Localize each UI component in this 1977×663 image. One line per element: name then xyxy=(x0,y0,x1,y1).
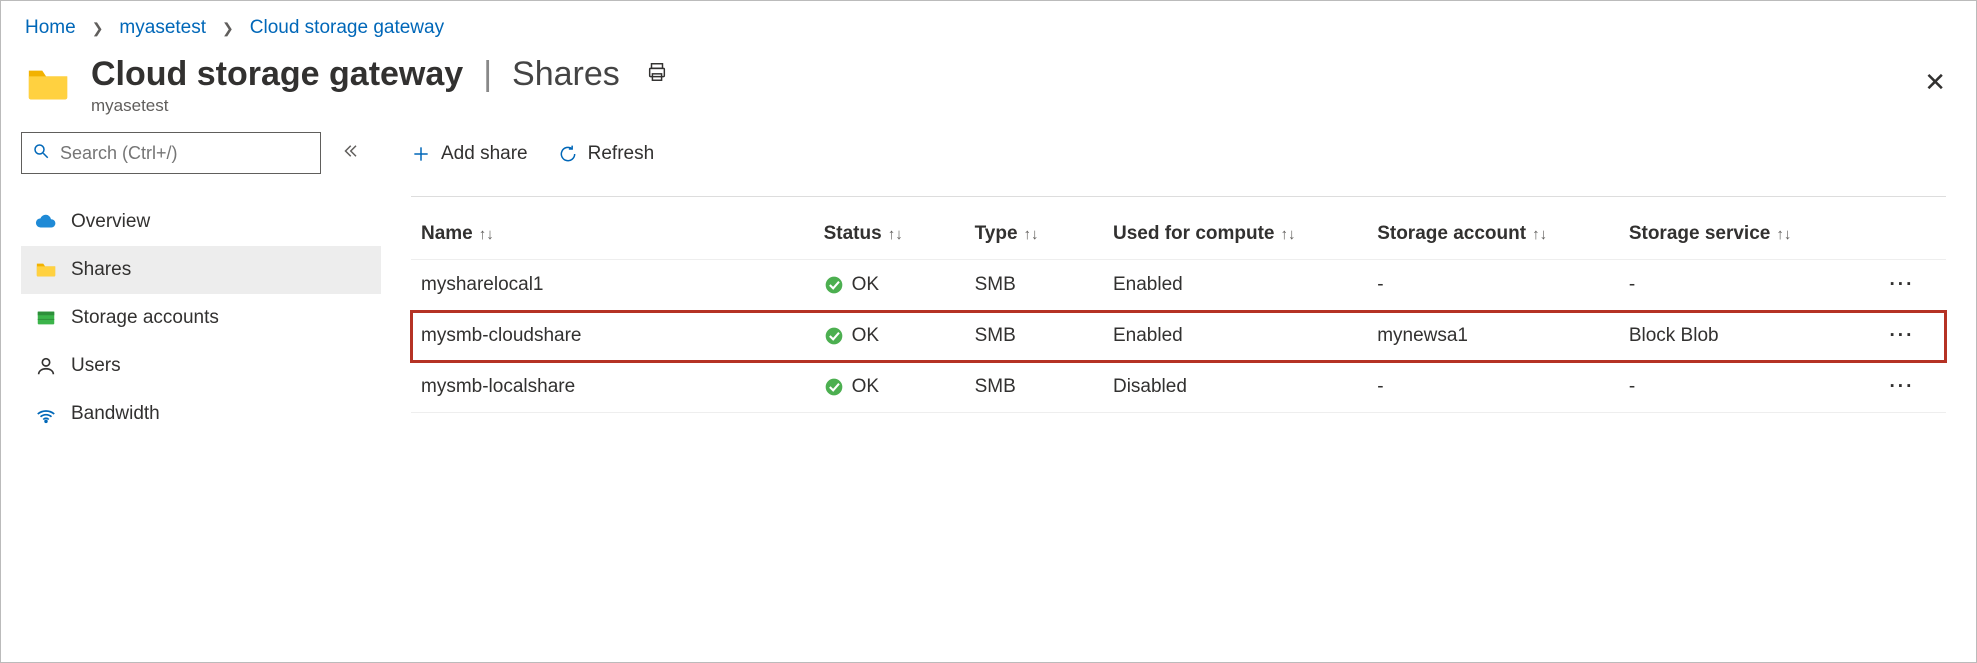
sort-icon: ↑↓ xyxy=(1281,226,1296,243)
print-icon[interactable] xyxy=(646,61,668,89)
close-icon[interactable]: ✕ xyxy=(1924,67,1946,98)
title-divider: | xyxy=(483,55,492,94)
cell-name: mysmb-localshare xyxy=(411,362,814,413)
cell-name: mysharelocal1 xyxy=(411,260,814,311)
cell-status: OK xyxy=(824,325,955,347)
table-row[interactable]: mysmb-cloudshare OK SMB Enabled mynewsa1… xyxy=(411,311,1946,362)
refresh-button[interactable]: Refresh xyxy=(558,143,655,165)
cell-account: mynewsa1 xyxy=(1367,311,1619,362)
status-ok-icon xyxy=(824,326,844,346)
sidebar-item-label: Users xyxy=(71,355,121,377)
row-more-button[interactable]: ··· xyxy=(1858,260,1946,311)
sidebar-item-label: Overview xyxy=(71,211,150,233)
sort-icon: ↑↓ xyxy=(888,226,903,243)
cell-status: OK xyxy=(824,376,955,398)
main-content: Add share Refresh Name↑↓ Status↑↓ xyxy=(381,132,1976,613)
breadcrumb-resource[interactable]: myasetest xyxy=(119,17,206,39)
collapse-sidebar-icon[interactable] xyxy=(341,142,359,165)
page-subtitle-section: Shares xyxy=(512,55,620,94)
add-share-button[interactable]: Add share xyxy=(411,143,528,165)
cell-account: - xyxy=(1367,362,1619,413)
table-row[interactable]: mysmb-localshare OK SMB Disabled - - ··· xyxy=(411,362,1946,413)
breadcrumb-home[interactable]: Home xyxy=(25,17,76,39)
cell-type: SMB xyxy=(965,362,1103,413)
breadcrumb-section[interactable]: Cloud storage gateway xyxy=(250,17,444,39)
cell-compute: Enabled xyxy=(1103,311,1367,362)
sidebar-item-storage-accounts[interactable]: Storage accounts xyxy=(21,294,381,342)
sort-icon: ↑↓ xyxy=(479,226,494,243)
column-header-account[interactable]: Storage account↑↓ xyxy=(1367,209,1619,260)
resource-folder-icon xyxy=(25,61,71,107)
cell-status: OK xyxy=(824,274,955,296)
cell-account: - xyxy=(1367,260,1619,311)
sidebar-item-users[interactable]: Users xyxy=(21,342,381,390)
page-title: Cloud storage gateway xyxy=(91,55,463,94)
page-header: Cloud storage gateway | Shares myasetest… xyxy=(1,47,1976,132)
toolbar-divider xyxy=(411,196,1946,197)
search-box[interactable] xyxy=(21,132,321,174)
row-more-button[interactable]: ··· xyxy=(1858,311,1946,362)
breadcrumb: Home ❯ myasetest ❯ Cloud storage gateway xyxy=(1,1,1976,47)
column-header-status[interactable]: Status↑↓ xyxy=(814,209,965,260)
sort-icon: ↑↓ xyxy=(1532,226,1547,243)
cell-type: SMB xyxy=(965,260,1103,311)
cell-name: mysmb-cloudshare xyxy=(411,311,814,362)
bandwidth-icon xyxy=(35,403,57,425)
user-icon xyxy=(35,355,57,377)
search-icon xyxy=(32,142,50,165)
search-input[interactable] xyxy=(58,142,310,165)
folder-icon xyxy=(35,259,57,281)
status-ok-icon xyxy=(824,377,844,397)
sidebar-item-overview[interactable]: Overview xyxy=(21,198,381,246)
toolbar: Add share Refresh xyxy=(411,132,1946,176)
column-header-compute[interactable]: Used for compute↑↓ xyxy=(1103,209,1367,260)
column-header-service[interactable]: Storage service↑↓ xyxy=(1619,209,1858,260)
cell-type: SMB xyxy=(965,311,1103,362)
row-more-button[interactable]: ··· xyxy=(1858,362,1946,413)
add-share-label: Add share xyxy=(441,143,528,165)
cell-compute: Disabled xyxy=(1103,362,1367,413)
sidebar-item-label: Bandwidth xyxy=(71,403,160,425)
sidebar-item-label: Shares xyxy=(71,259,131,281)
chevron-right-icon: ❯ xyxy=(222,20,234,37)
table-row[interactable]: mysharelocal1 OK SMB Enabled - - ··· xyxy=(411,260,1946,311)
sidebar-item-bandwidth[interactable]: Bandwidth xyxy=(21,390,381,438)
cell-compute: Enabled xyxy=(1103,260,1367,311)
cell-service: Block Blob xyxy=(1619,311,1858,362)
cell-service: - xyxy=(1619,362,1858,413)
sidebar-item-shares[interactable]: Shares xyxy=(21,246,381,294)
shares-table: Name↑↓ Status↑↓ Type↑↓ Used for compute↑… xyxy=(411,209,1946,413)
sort-icon: ↑↓ xyxy=(1024,226,1039,243)
sort-icon: ↑↓ xyxy=(1776,226,1791,243)
cell-service: - xyxy=(1619,260,1858,311)
storage-icon xyxy=(35,307,57,329)
sidebar: Overview Shares Storage accounts Users xyxy=(1,132,381,613)
chevron-right-icon: ❯ xyxy=(92,20,104,37)
cloud-icon xyxy=(35,211,57,233)
refresh-label: Refresh xyxy=(588,143,655,165)
column-header-type[interactable]: Type↑↓ xyxy=(965,209,1103,260)
status-ok-icon xyxy=(824,275,844,295)
resource-name: myasetest xyxy=(91,96,668,116)
column-header-name[interactable]: Name↑↓ xyxy=(411,209,814,260)
sidebar-item-label: Storage accounts xyxy=(71,307,219,329)
